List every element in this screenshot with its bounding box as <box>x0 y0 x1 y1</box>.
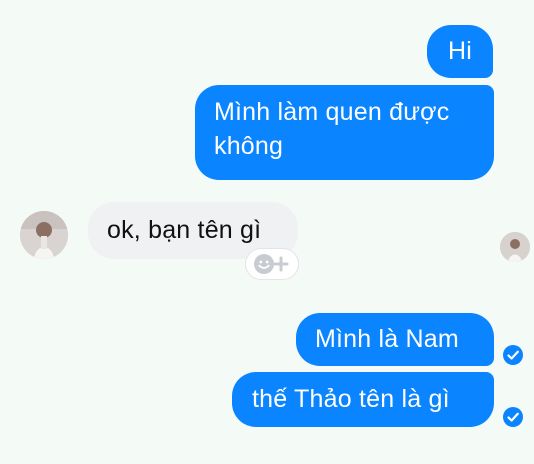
message-text: Mình làm quen được không <box>214 98 450 160</box>
message-bubble-outgoing[interactable]: thế Thảo tên là gì <box>232 372 494 427</box>
avatar-icon <box>500 232 530 262</box>
message-text: thế Thảo tên là gì <box>252 385 450 413</box>
smiley-plus-icon <box>254 254 289 274</box>
check-circle-icon <box>507 350 519 360</box>
message-bubble-outgoing[interactable]: Hi <box>427 25 493 78</box>
seen-avatar <box>500 232 530 262</box>
add-reaction-button[interactable] <box>246 249 298 279</box>
contact-avatar[interactable] <box>20 211 68 259</box>
message-text: ok, bạn tên gì <box>107 216 262 244</box>
avatar-icon <box>20 211 68 259</box>
message-bubble-outgoing[interactable]: Mình là Nam <box>296 313 494 366</box>
delivered-status <box>503 407 523 427</box>
delivered-status <box>503 345 523 365</box>
message-bubble-outgoing[interactable]: Mình làm quen được không <box>195 85 494 180</box>
message-text: Hi <box>448 37 473 65</box>
message-text: Mình là Nam <box>315 325 459 353</box>
check-circle-icon <box>507 412 519 422</box>
